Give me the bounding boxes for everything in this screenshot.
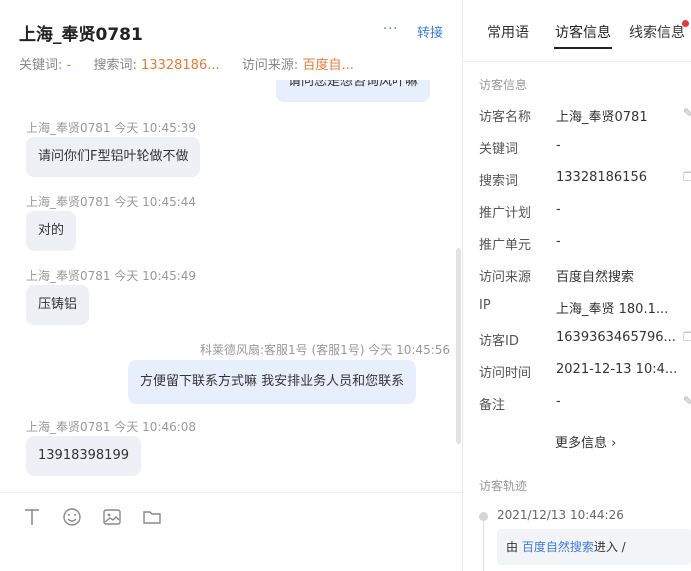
active-tab-indicator — [554, 47, 612, 49]
more-button[interactable]: ··· — [383, 22, 398, 37]
search-label: 搜索词: — [93, 58, 137, 73]
info-value: - — [556, 234, 561, 249]
info-label: 访问来源 — [479, 270, 532, 285]
image-icon[interactable] — [102, 507, 122, 527]
message-bubble-visitor: 13918398199 — [26, 436, 141, 476]
more-info-link[interactable]: 更多信息 › — [555, 432, 616, 451]
message-bubble-visitor: 请问你们F型铝叶轮做不做 — [26, 137, 201, 177]
sidebar-tabs: 常用语 访客信息 线索信息 — [463, 0, 691, 62]
info-label: 推广计划 — [479, 206, 532, 221]
tab-lead-info[interactable]: 线索信息 — [629, 22, 685, 42]
visitor-title: 上海_奉贤0781 — [19, 25, 143, 45]
message-scrollbar[interactable] — [456, 248, 461, 444]
timeline-line — [483, 516, 484, 571]
info-label: 访客名称 — [479, 110, 532, 125]
info-value: 上海_奉贤0781 — [556, 110, 648, 125]
section-title-visitor-track: 访客轨迹 — [479, 479, 528, 493]
edit-icon[interactable]: ✎ — [683, 106, 691, 120]
message-sender: 上海_奉贤0781 今天 10:45:39 — [26, 121, 197, 135]
search-value: 13328186... — [141, 58, 220, 73]
info-value: 2021-12-13 10:4... — [556, 362, 678, 377]
message-bubble-agent: 方便留下联系方式嘛 我安排业务人员和您联系 — [128, 360, 417, 404]
info-value: 百度自然搜索 — [556, 270, 635, 285]
info-label: 访客ID — [479, 334, 519, 349]
info-label: 访问时间 — [479, 366, 532, 381]
track-prefix: 由 — [506, 540, 522, 554]
transfer-button[interactable]: 转接 — [417, 22, 443, 41]
chat-panel: 上海_奉贤0781 ··· 转接 关键词: - 搜索词: 13328186...… — [0, 0, 463, 571]
visitor-meta: 关键词: - 搜索词: 13328186... 访问来源: 百度自... — [19, 54, 354, 73]
chat-header: 上海_奉贤0781 ··· 转接 关键词: - 搜索词: 13328186...… — [0, 0, 463, 80]
text-format-icon[interactable] — [22, 507, 42, 527]
copy-icon[interactable]: ❐ — [683, 170, 691, 184]
info-value: 1639363465796... — [556, 330, 676, 345]
source-value: 百度自... — [302, 58, 354, 73]
notification-dot — [682, 20, 689, 27]
info-label: IP — [479, 298, 491, 313]
info-label: 关键词 — [479, 142, 519, 157]
message-bubble-visitor: 压铸铝 — [26, 285, 90, 325]
info-value: - — [556, 202, 561, 217]
track-source-link[interactable]: 百度自然搜索 — [522, 540, 594, 554]
track-time: 2021/12/13 10:44:26 — [497, 508, 624, 522]
edit-icon[interactable]: ✎ — [683, 394, 691, 408]
message-sender: 上海_奉贤0781 今天 10:46:08 — [26, 420, 197, 434]
emoji-icon[interactable] — [62, 507, 82, 527]
info-value: 13328186156 — [556, 170, 647, 185]
timeline-dot — [479, 512, 488, 521]
info-value: - — [556, 394, 561, 409]
folder-icon[interactable] — [142, 507, 162, 527]
message-list[interactable]: 请问您是想咨询风叶嘛 上海_奉贤0781 今天 10:45:39 请问你们F型铝… — [0, 80, 463, 492]
info-value: - — [556, 138, 561, 153]
input-toolbar — [0, 492, 463, 571]
tab-quick-replies[interactable]: 常用语 — [487, 22, 529, 42]
info-value: 上海_奉贤 180.1... — [556, 302, 669, 317]
message-sender: 上海_奉贤0781 今天 10:45:49 — [26, 269, 197, 283]
section-title-visitor-info: 访客信息 — [479, 78, 528, 92]
message-bubble-visitor: 对的 — [26, 211, 77, 251]
message-sender: 科莱德风扇:客服1号 (客服1号) 今天 10:45:56 — [200, 343, 451, 357]
keyword-label: 关键词: — [19, 58, 63, 73]
track-suffix: 进入 / — [593, 540, 626, 554]
visitor-sidebar: 常用语 访客信息 线索信息 访客信息 访客名称 上海_奉贤0781 ✎ 关键词 … — [463, 0, 691, 571]
keyword-value: - — [66, 58, 72, 73]
info-label: 搜索词 — [479, 174, 519, 189]
message-bubble-agent: 请问您是想咨询风叶嘛 — [276, 80, 431, 102]
info-label: 备注 — [479, 398, 506, 413]
message-sender: 上海_奉贤0781 今天 10:45:44 — [26, 195, 197, 209]
info-label: 推广单元 — [479, 238, 532, 253]
source-label: 访问来源: — [241, 58, 299, 73]
tab-visitor-info[interactable]: 访客信息 — [555, 22, 611, 42]
track-entry: 由 百度自然搜索进入 / — [497, 529, 691, 565]
copy-icon[interactable]: ❐ — [683, 330, 691, 344]
